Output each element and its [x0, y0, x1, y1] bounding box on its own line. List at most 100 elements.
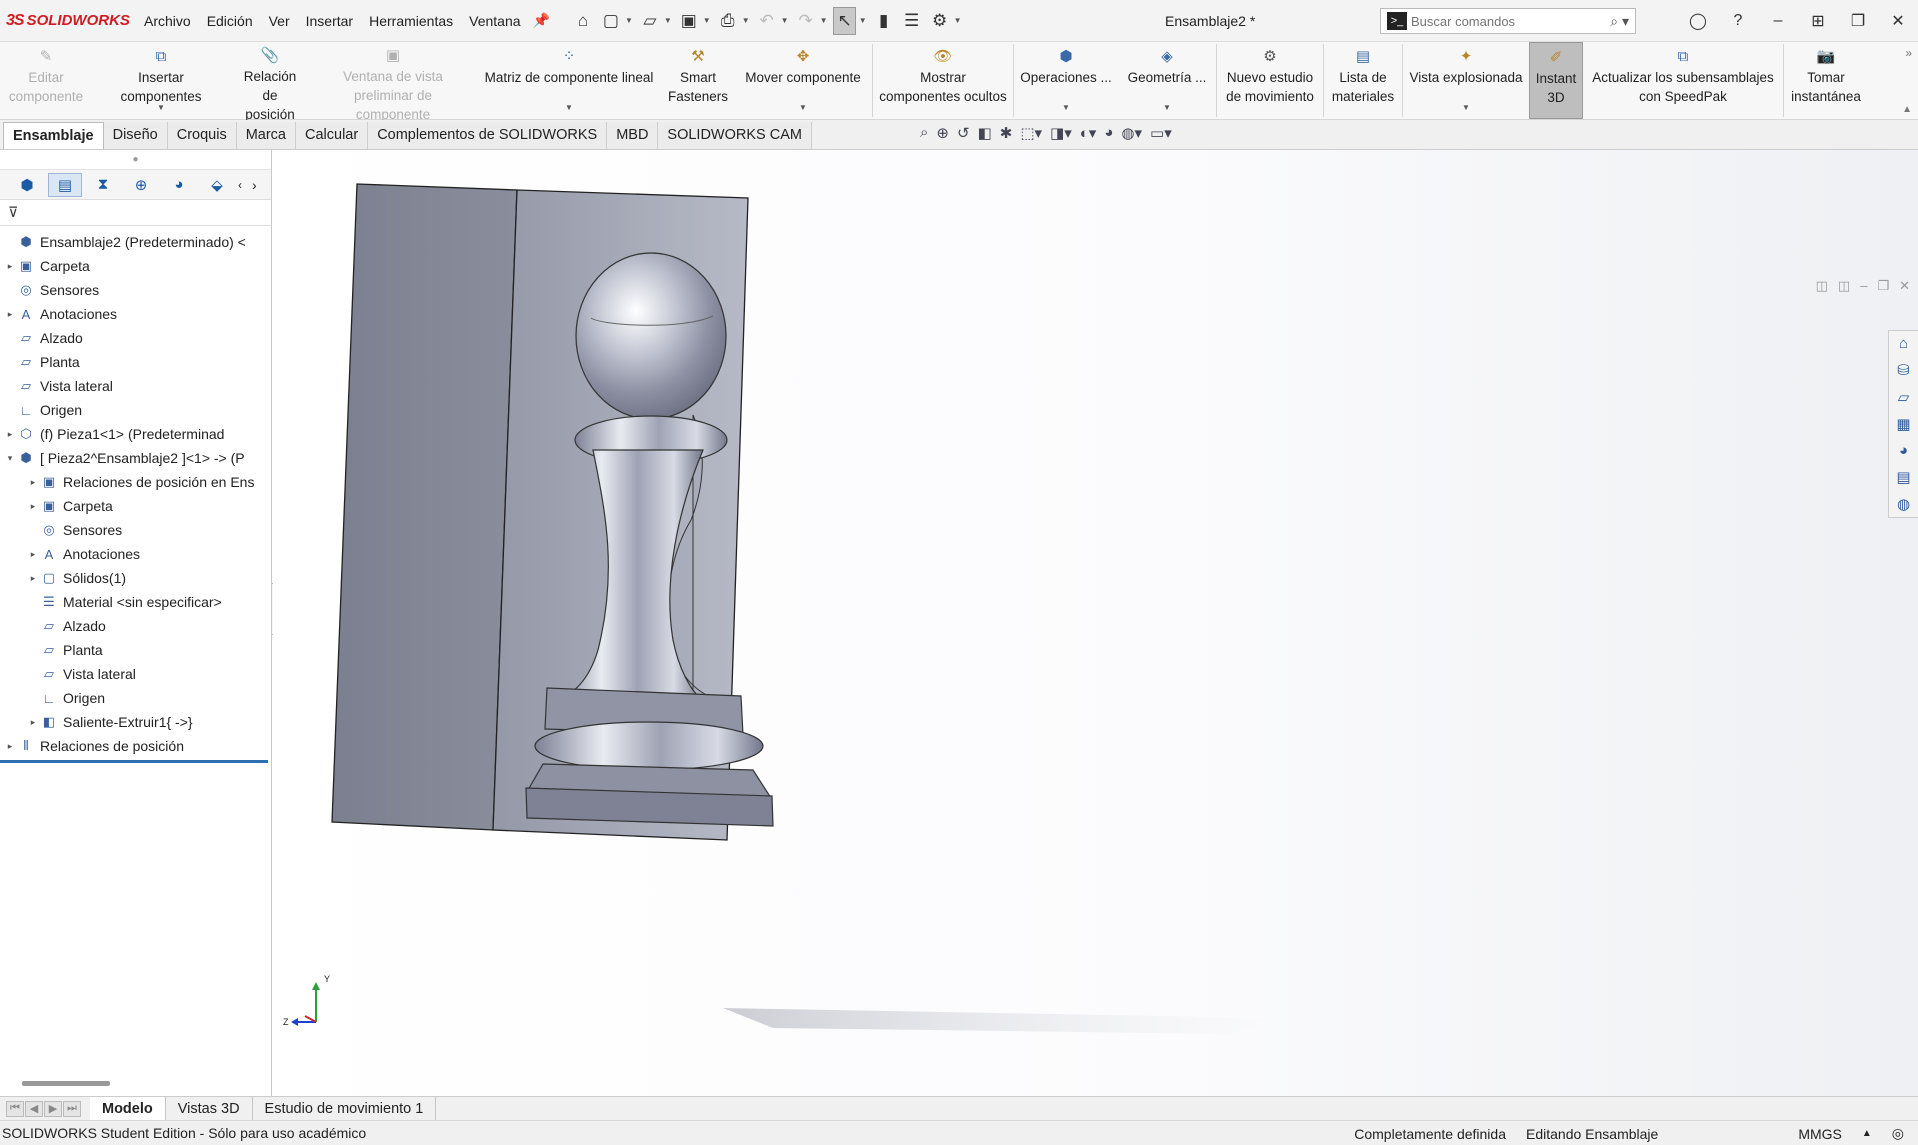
search-input[interactable] [1411, 13, 1611, 29]
tab-diseno[interactable]: Diseño [103, 122, 168, 149]
chevron-down-icon[interactable]: ▼ [781, 16, 789, 25]
appearances-icon[interactable]: ◕ [1899, 442, 1908, 459]
edit-appearance-icon[interactable]: ◕ [1104, 124, 1113, 142]
tree-node[interactable]: ▸ ⬡ (f) Pieza1<1> (Predeterminad [0, 422, 271, 446]
assembly-features-button[interactable]: ⬢ Operaciones ... ▼ [1014, 42, 1118, 119]
restore-icon[interactable]: ❐ [1838, 11, 1878, 31]
doc-close-icon[interactable]: ✕ [1899, 278, 1910, 294]
help-icon[interactable]: ? [1718, 12, 1758, 30]
traffic-light-icon[interactable]: ▮ [873, 7, 895, 35]
menu-ver[interactable]: Ver [261, 0, 298, 42]
file-explorer-icon[interactable]: ▱ [1898, 388, 1910, 406]
tree-node[interactable]: ⬢ Ensamblaje2 (Predeterminado) < [0, 230, 271, 254]
feature-tree-tab-icon[interactable]: ⬢ [10, 173, 44, 197]
expand-toggle-icon[interactable]: ▸ [27, 549, 39, 560]
exploded-view-button[interactable]: ✦ Vista explosionada ▼ [1403, 42, 1529, 119]
reference-geometry-button[interactable]: ◈ Geometría ... ▼ [1118, 42, 1216, 119]
tree-node[interactable]: ▸ ◧ Saliente-Extruir1{ ->} [0, 710, 271, 734]
expand-toggle-icon[interactable]: ▸ [4, 261, 16, 272]
tree-node[interactable]: ▱ Alzado [0, 326, 271, 350]
forum-icon[interactable]: ◍ [1897, 495, 1910, 513]
horizontal-scrollbar[interactable] [22, 1081, 110, 1086]
component-preview-button[interactable]: ▣ Ventana de vista preliminar de compone… [310, 42, 476, 122]
tree-node[interactable]: ☰ Material <sin especificar> [0, 590, 271, 614]
tree-node[interactable]: ▱ Planta [0, 638, 271, 662]
graphics-area[interactable]: Y Z ◫ ◫ – ❐ ✕ ⌂ ⛁ ▱ ▦ ◕ ▤ ◍ [273, 150, 1918, 1096]
model-view[interactable] [273, 150, 1918, 1096]
cam-tab-icon[interactable]: ⬙ [200, 173, 234, 197]
tree-filter[interactable]: ⊽ [0, 200, 271, 226]
new-motion-study-button[interactable]: ⚙ Nuevo estudio de movimiento [1217, 42, 1323, 119]
prev-tab-icon[interactable]: ◀ [25, 1100, 43, 1117]
save-icon[interactable]: ▣ [678, 7, 700, 35]
pawn-base-torus[interactable] [534, 721, 764, 771]
mate-button[interactable]: 📎 Relación de posición [230, 42, 310, 122]
solidworks-resources-icon[interactable]: ⌂ [1899, 335, 1908, 352]
tab-marca[interactable]: Marca [236, 122, 296, 149]
tab-solidworks-cam[interactable]: SOLIDWORKS CAM [658, 122, 812, 149]
pin-icon[interactable]: 📌 [533, 12, 550, 29]
tile-windows-icon[interactable]: ⊞ [1798, 11, 1838, 31]
menu-edicion[interactable]: Edición [199, 0, 261, 42]
filter-icon[interactable]: ⊽ [8, 204, 18, 221]
doc-restore-icon[interactable]: ❐ [1877, 278, 1889, 294]
tree-node[interactable]: ◎ Sensores [0, 278, 271, 302]
expand-toggle-icon[interactable]: ▾ [4, 453, 16, 464]
mold-block-left-face[interactable] [331, 183, 518, 831]
chevron-down-icon[interactable]: ▼ [799, 98, 807, 117]
section-view-icon[interactable]: ◧ [978, 124, 992, 142]
next-tab-icon[interactable]: ▶ [44, 1100, 62, 1117]
tree-node[interactable]: ▸ A Anotaciones [0, 302, 271, 326]
display-manager-tab-icon[interactable]: ◕ [162, 173, 196, 197]
chevron-down-icon[interactable]: ▼ [742, 16, 750, 25]
tab-calcular[interactable]: Calcular [296, 122, 369, 149]
tree-node[interactable]: ▸ ▣ Carpeta [0, 254, 271, 278]
chevron-left-icon[interactable]: ‹ [238, 178, 242, 192]
expand-toggle-icon[interactable]: ▸ [27, 501, 39, 512]
tree-node[interactable]: ▱ Planta [0, 350, 271, 374]
chevron-down-icon[interactable]: ▼ [664, 16, 672, 25]
tab-croquis[interactable]: Croquis [167, 122, 237, 149]
view-orientation-icon[interactable]: ⬚▾ [1020, 124, 1042, 142]
chevron-down-icon[interactable]: ▼ [820, 16, 828, 25]
speedpak-update-button[interactable]: ⧉ Actualizar los subensamblajes con Spee… [1583, 42, 1783, 119]
insert-components-button[interactable]: ⧉ Insertar componentes ▼ [92, 42, 230, 119]
panel-right-icon[interactable]: ◫ [1838, 278, 1850, 294]
chevron-down-icon[interactable]: ▼ [1062, 98, 1070, 117]
chevron-down-icon[interactable]: ▼ [859, 16, 867, 25]
search-icon[interactable]: ⌕ ▾ [1610, 13, 1629, 30]
open-folder-icon[interactable]: ▱ [639, 7, 661, 35]
undo-icon[interactable]: ↶ [756, 7, 778, 35]
ribbon-overflow-icon[interactable]: » [1905, 46, 1912, 60]
design-library-icon[interactable]: ⛁ [1897, 361, 1910, 379]
expand-toggle-icon[interactable]: ▸ [27, 717, 39, 728]
expand-toggle-icon[interactable]: ▸ [4, 429, 16, 440]
chevron-down-icon[interactable]: ▼ [1462, 98, 1470, 117]
pawn-head[interactable] [575, 252, 727, 420]
tree-node[interactable]: ∟ Origen [0, 686, 271, 710]
tree-node[interactable]: ▸ ⫴ Relaciones de posición [0, 734, 271, 758]
zoom-to-area-icon[interactable]: ⊕ [936, 124, 949, 142]
file-properties-icon[interactable]: ☰ [901, 7, 923, 35]
chevron-down-icon[interactable]: ▼ [157, 98, 165, 117]
dynamic-annotation-icon[interactable]: ✱ [1000, 124, 1013, 142]
collapse-ribbon-icon[interactable]: ▲ [1902, 104, 1912, 115]
view-palette-icon[interactable]: ▦ [1896, 415, 1910, 433]
solidworks-logo[interactable]: 3S SOLIDWORKS [0, 12, 130, 30]
tab-modelo[interactable]: Modelo [90, 1097, 166, 1120]
tree-node[interactable]: ▸ A Anotaciones [0, 542, 271, 566]
property-manager-tab-icon[interactable]: ▤ [48, 172, 82, 197]
custom-properties-icon[interactable]: ▤ [1896, 468, 1910, 486]
redo-icon[interactable]: ↷ [795, 7, 817, 35]
chevron-down-icon[interactable]: ▼ [954, 16, 962, 25]
print-icon[interactable]: ⎙ [717, 7, 739, 35]
smart-fasteners-button[interactable]: ⚒ Smart Fasteners [662, 42, 734, 119]
menu-insertar[interactable]: Insertar [298, 0, 361, 42]
chevron-down-icon[interactable]: ▼ [1163, 98, 1171, 117]
user-account-icon[interactable]: ◯ [1678, 11, 1718, 31]
instant-3d-button[interactable]: ✐ Instant 3D [1529, 42, 1583, 119]
doc-minimize-icon[interactable]: – [1860, 278, 1867, 294]
menu-herramientas[interactable]: Herramientas [361, 0, 461, 42]
zoom-to-fit-icon[interactable]: ⌕ [920, 124, 928, 142]
tab-estudio-movimiento[interactable]: Estudio de movimiento 1 [253, 1097, 437, 1120]
